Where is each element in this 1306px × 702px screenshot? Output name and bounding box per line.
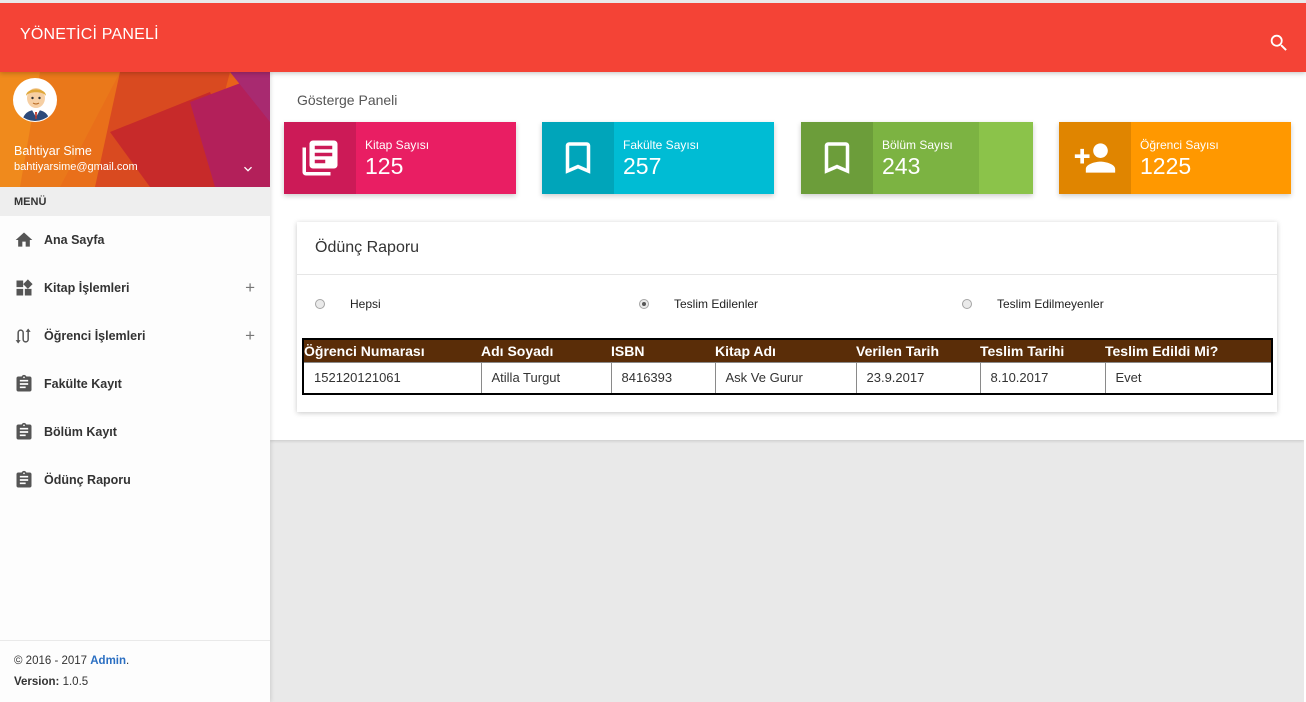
sidebar-item-label: Öğrenci İşlemleri	[44, 329, 146, 343]
expand-plus-icon[interactable]: +	[245, 327, 255, 344]
divider	[297, 274, 1277, 275]
column-header[interactable]: ISBN	[611, 339, 715, 363]
sidebar-item-bolum-kayit[interactable]: Bölüm Kayıt	[0, 408, 270, 456]
sidebar-item-ana-sayfa[interactable]: Ana Sayfa	[0, 216, 270, 264]
copyright: © 2016 - 2017 Admin.	[14, 655, 270, 667]
top-navbar: YÖNETİCİ PANELİ	[0, 0, 1306, 72]
report-card: Ödünç Raporu Hepsi Teslim Edilenler Tesl…	[297, 222, 1277, 412]
clipboard-icon	[14, 470, 34, 490]
stat-box-ogrenci[interactable]: Öğrenci Sayısı 1225	[1059, 122, 1291, 194]
report-table: Öğrenci Numarası Adı Soyadı ISBN Kitap A…	[302, 338, 1273, 395]
copyright-period: .	[126, 655, 130, 667]
radio-teslim-edilenler[interactable]: Teslim Edilenler	[639, 297, 758, 311]
library-books-icon	[284, 122, 356, 194]
column-header[interactable]: Teslim Edildi Mi?	[1105, 339, 1272, 363]
stat-value: 257	[623, 153, 662, 179]
user-name: Bahtiyar Sime	[14, 144, 92, 158]
stat-box-bolum[interactable]: Bölüm Sayısı 243	[801, 122, 1033, 194]
menu-list: Ana Sayfa Kitap İşlemleri + Öğrenci İşle…	[0, 216, 270, 504]
sidebar-item-fakulte-kayit[interactable]: Fakülte Kayıt	[0, 360, 270, 408]
bookmark-icon	[801, 122, 873, 194]
avatar[interactable]	[13, 78, 57, 122]
column-header[interactable]: Adı Soyadı	[481, 339, 611, 363]
sidebar-item-odunc-raporu[interactable]: Ödünç Raporu	[0, 456, 270, 504]
user-info-panel: Bahtiyar Sime bahtiyarsime@gmail.com	[0, 72, 270, 187]
widgets-icon	[14, 278, 34, 298]
brand-title[interactable]: YÖNETİCİ PANELİ	[20, 26, 159, 44]
stat-box-accent	[979, 122, 1033, 194]
admin-link[interactable]: Admin	[90, 655, 126, 667]
sidebar-item-label: Kitap İşlemleri	[44, 281, 130, 295]
stat-label: Öğrenci Sayısı	[1140, 138, 1219, 152]
dashboard-panel: Gösterge Paneli Kitap Sayısı 125 Fakülte…	[270, 72, 1304, 440]
radio-teslim-edilmeyenler[interactable]: Teslim Edilmeyenler	[962, 297, 1104, 311]
sidebar-item-label: Fakülte Kayıt	[44, 377, 122, 391]
swap-icon	[14, 326, 34, 346]
sidebar-item-label: Ödünç Raporu	[44, 473, 131, 487]
stat-box-fakulte[interactable]: Fakülte Sayısı 257	[542, 122, 774, 194]
table-cell: Evet	[1104, 362, 1273, 394]
table-header-row: Öğrenci Numarası Adı Soyadı ISBN Kitap A…	[303, 339, 1272, 363]
sidebar-item-label: Ana Sayfa	[44, 233, 105, 247]
table-cell: 8.10.2017	[979, 362, 1106, 394]
table-cell: Ask Ve Gurur	[714, 362, 857, 394]
page-title: Gösterge Paneli	[297, 92, 398, 108]
sidebar-item-label: Bölüm Kayıt	[44, 425, 117, 439]
home-icon	[14, 230, 34, 250]
sidebar-item-kitap-islemleri[interactable]: Kitap İşlemleri +	[0, 264, 270, 312]
stat-label: Bölüm Sayısı	[882, 138, 953, 152]
version-number: 1.0.5	[59, 676, 89, 688]
version-label: Version:	[14, 676, 60, 688]
version-line: Version: 1.0.5	[14, 676, 270, 688]
radio-circle[interactable]	[315, 299, 325, 309]
report-title: Ödünç Raporu	[315, 239, 420, 256]
table-cell: Atilla Turgut	[480, 362, 612, 394]
search-icon[interactable]	[1268, 32, 1290, 54]
radio-circle[interactable]	[962, 299, 972, 309]
column-header[interactable]: Verilen Tarih	[856, 339, 980, 363]
stat-box-kitap[interactable]: Kitap Sayısı 125	[284, 122, 516, 194]
table-cell: 152120121061	[302, 362, 482, 394]
chevron-down-icon[interactable]	[240, 161, 256, 177]
expand-plus-icon[interactable]: +	[245, 279, 255, 296]
person-add-icon	[1059, 122, 1131, 194]
copyright-text: © 2016 - 2017	[14, 655, 91, 667]
column-header[interactable]: Öğrenci Numarası	[303, 339, 481, 363]
table-row[interactable]: 152120121061 Atilla Turgut 8416393 Ask V…	[302, 362, 1273, 394]
user-email: bahtiyarsime@gmail.com	[14, 161, 138, 173]
clipboard-icon	[14, 422, 34, 442]
stat-value: 1225	[1140, 153, 1192, 179]
menu-header: MENÜ	[0, 187, 270, 216]
stat-value: 243	[882, 153, 921, 179]
table-cell: 23.9.2017	[855, 362, 981, 394]
stat-label: Kitap Sayısı	[365, 138, 430, 152]
stat-label: Fakülte Sayısı	[623, 138, 700, 152]
table-cell: 8416393	[610, 362, 716, 394]
stat-value: 125	[365, 153, 404, 179]
radio-circle-checked[interactable]	[639, 299, 649, 309]
radio-label: Teslim Edilmeyenler	[997, 297, 1104, 311]
radio-label: Hepsi	[350, 297, 381, 311]
sidebar: Bahtiyar Sime bahtiyarsime@gmail.com MEN…	[0, 72, 270, 702]
radio-hepsi[interactable]: Hepsi	[315, 297, 381, 311]
column-header[interactable]: Teslim Tarihi	[980, 339, 1105, 363]
sidebar-footer: © 2016 - 2017 Admin. Version: 1.0.5	[0, 640, 270, 702]
bookmark-icon	[542, 122, 614, 194]
radio-label: Teslim Edilenler	[674, 297, 759, 311]
column-header[interactable]: Kitap Adı	[715, 339, 856, 363]
clipboard-icon	[14, 374, 34, 394]
sidebar-item-ogrenci-islemleri[interactable]: Öğrenci İşlemleri +	[0, 312, 270, 360]
